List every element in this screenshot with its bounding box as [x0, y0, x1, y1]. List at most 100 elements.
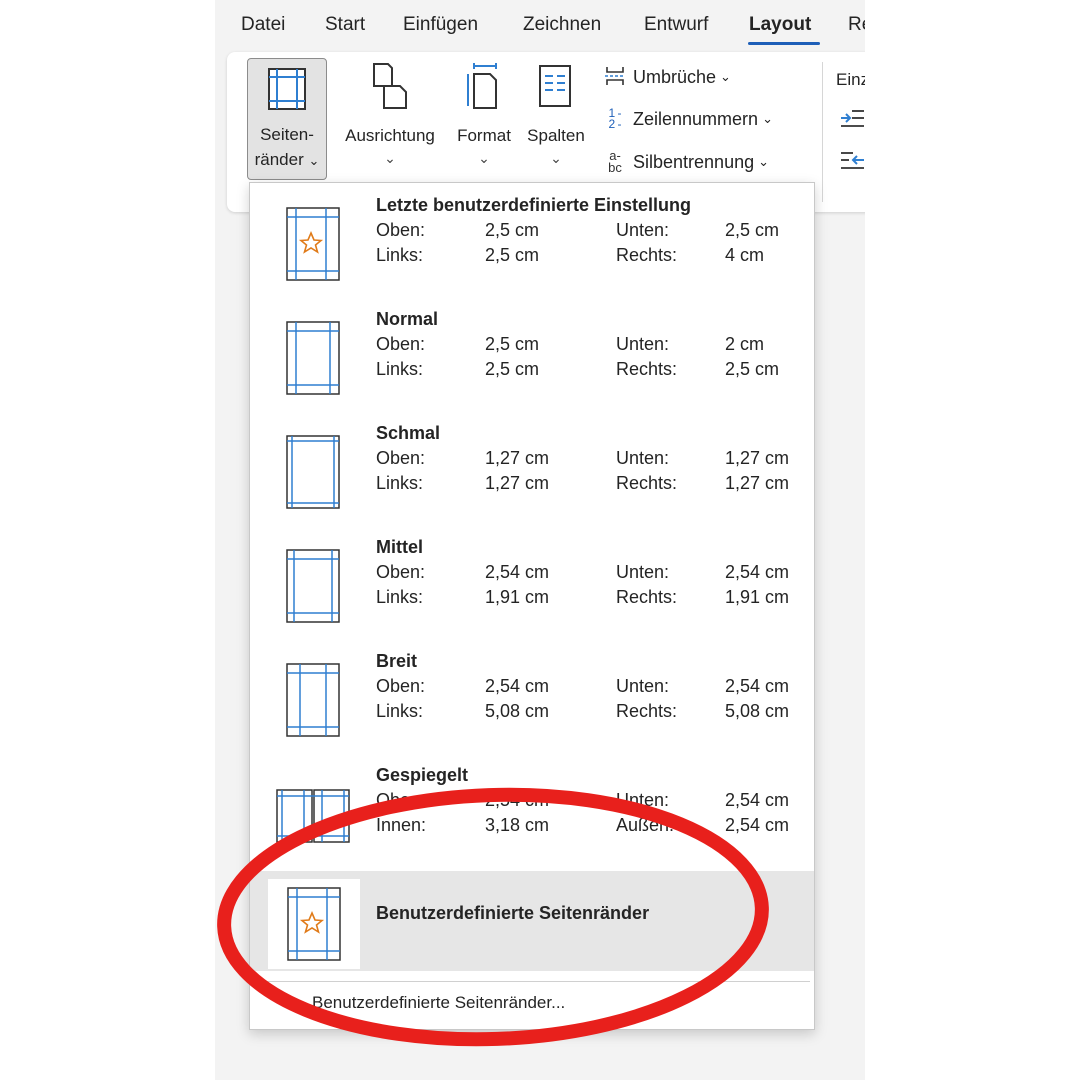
- size-label: Format: [457, 126, 511, 145]
- columns-label: Spalten: [527, 126, 585, 145]
- margin-preview-icon: [286, 663, 340, 737]
- preset-value: 1,27 cm: [725, 448, 790, 468]
- line-numbers-button[interactable]: 1 - 2 - Zeilennummern ⌄: [603, 106, 773, 131]
- preset-value: 2,54 cm: [725, 790, 790, 810]
- preset-title: Breit: [376, 651, 418, 671]
- preset-title: Letzte benutzerdefinierte Einstellung: [376, 195, 692, 215]
- columns-button[interactable]: Spalten ⌄: [523, 62, 589, 172]
- tab-zeichnen[interactable]: Zeichnen: [523, 14, 601, 36]
- custom-margins-dialog-link[interactable]: Benutzerdefinierte Seitenränder...: [312, 993, 565, 1013]
- margin-preview-icon: [286, 435, 340, 509]
- preset-label: Oben:: [376, 562, 426, 582]
- margin-preview-star-icon: [287, 887, 341, 961]
- preset-value: 2,5 cm: [485, 359, 540, 379]
- preset-label: Innen:: [376, 815, 427, 835]
- preset-label: Oben:: [376, 334, 426, 354]
- preset-value: 2,5 cm: [725, 359, 780, 379]
- preset-label: Oben:: [376, 790, 426, 810]
- preset-title: Gespiegelt: [376, 765, 469, 785]
- preset-wide[interactable]: Breit Oben: 2,54 cm Unten: 2,54 cm Links…: [250, 639, 814, 753]
- preset-value: 2,5 cm: [485, 245, 540, 265]
- chevron-down-icon: ⌄: [550, 150, 562, 166]
- preset-normal[interactable]: Normal Oben: 2,5 cm Unten: 2 cm Links: 2…: [250, 297, 814, 411]
- mirrored-margin-preview-icon: [276, 789, 350, 843]
- preset-label: Rechts:: [616, 359, 678, 379]
- preset-value: 2,54 cm: [485, 562, 550, 582]
- preset-value: 1,91 cm: [485, 587, 550, 607]
- margins-icon: [268, 68, 306, 110]
- columns-icon: [539, 65, 571, 107]
- preset-label: Oben:: [376, 220, 426, 240]
- preset-value: 2,54 cm: [725, 562, 790, 582]
- orientation-icon: [373, 63, 407, 109]
- margins-button[interactable]: Seiten- ränder ⌄: [247, 58, 327, 180]
- preset-mirrored[interactable]: Gespiegelt Oben: 2,54 cm Unten: 2,54 cm …: [250, 753, 814, 867]
- preset-label: Links:: [376, 359, 424, 379]
- preset-value: 2,54 cm: [725, 676, 790, 696]
- preset-label: Rechts:: [616, 245, 678, 265]
- custom-margins-title: Benutzerdefinierte Seitenränder: [376, 903, 650, 923]
- preset-title: Normal: [376, 309, 439, 329]
- preset-label: Unten:: [616, 790, 670, 810]
- preset-label: Unten:: [616, 334, 670, 354]
- preset-value: 2,54 cm: [725, 815, 790, 835]
- breaks-button[interactable]: Umbrüche ⌄: [603, 66, 731, 88]
- indent-left-icon[interactable]: [839, 108, 865, 130]
- preset-custom-margins[interactable]: Benutzerdefinierte Seitenränder: [250, 871, 814, 971]
- ribbon-tabs: Datei Start Einfügen Zeichnen Entwurf La…: [215, 0, 865, 52]
- tab-einfuegen[interactable]: Einfügen: [403, 14, 478, 36]
- preset-label: Oben:: [376, 448, 426, 468]
- group-divider: [822, 62, 823, 202]
- preset-last-custom[interactable]: Letzte benutzerdefinierte Einstellung Ob…: [250, 183, 814, 297]
- preset-value: 4 cm: [725, 245, 765, 265]
- preset-label: Außen:: [616, 815, 675, 835]
- preset-narrow[interactable]: Schmal Oben: 1,27 cm Unten: 1,27 cm Link…: [250, 411, 814, 525]
- preset-value: 1,27 cm: [485, 448, 550, 468]
- orientation-label: Ausrichtung: [345, 126, 435, 145]
- tab-layout[interactable]: Layout: [749, 14, 811, 36]
- preset-value: 2,5 cm: [485, 220, 540, 240]
- margin-preview-star-icon: [286, 207, 340, 281]
- preset-value: 1,27 cm: [485, 473, 550, 493]
- margin-preview-icon: [286, 549, 340, 623]
- indent-right-icon[interactable]: [839, 150, 865, 172]
- chevron-down-icon: ⌄: [758, 154, 770, 169]
- preset-value: 1,91 cm: [725, 587, 790, 607]
- preset-label: Links:: [376, 473, 424, 493]
- orientation-button[interactable]: Ausrichtung ⌄: [335, 62, 445, 172]
- hyphenation-button[interactable]: a-bc Silbentrennung ⌄: [603, 148, 770, 175]
- chevron-down-icon: ⌄: [384, 150, 396, 166]
- chevron-down-icon: ⌄: [720, 69, 731, 84]
- preset-value: 2,5 cm: [725, 220, 780, 240]
- preset-label: Oben:: [376, 676, 426, 696]
- tab-datei[interactable]: Datei: [241, 14, 285, 36]
- preset-value: 2,5 cm: [485, 334, 540, 354]
- preset-value: 2,54 cm: [485, 676, 550, 696]
- breaks-icon: [603, 66, 627, 88]
- preset-label: Unten:: [616, 220, 670, 240]
- preset-label: Rechts:: [616, 473, 678, 493]
- margins-label-line1: Seiten-: [260, 125, 314, 144]
- indent-group-label: Einz: [836, 70, 865, 89]
- line-numbers-icon: 1 - 2 -: [608, 106, 622, 131]
- margin-preview-icon: [286, 321, 340, 395]
- preset-label: Links:: [376, 701, 424, 721]
- tab-entwurf[interactable]: Entwurf: [644, 14, 708, 36]
- size-button[interactable]: Format ⌄: [451, 62, 517, 172]
- preset-label: Links:: [376, 245, 424, 265]
- preset-title: Schmal: [376, 423, 441, 443]
- preset-moderate[interactable]: Mittel Oben: 2,54 cm Unten: 2,54 cm Link…: [250, 525, 814, 639]
- preset-label: Rechts:: [616, 701, 678, 721]
- preset-value: 5,08 cm: [485, 701, 550, 721]
- page-size-icon: [467, 63, 497, 109]
- tab-references[interactable]: Re: [848, 14, 865, 36]
- hyphenation-label: Silbentrennung: [633, 151, 755, 172]
- menu-divider: [254, 981, 810, 982]
- hyphenation-icon: a-bc: [608, 148, 622, 175]
- preset-label: Unten:: [616, 562, 670, 582]
- active-tab-indicator: [748, 42, 820, 45]
- margins-gallery-dropdown: Letzte benutzerdefinierte Einstellung Ob…: [249, 182, 815, 1030]
- custom-thumbnail: [268, 879, 360, 969]
- tab-start[interactable]: Start: [325, 14, 365, 36]
- preset-value: 2,54 cm: [485, 790, 550, 810]
